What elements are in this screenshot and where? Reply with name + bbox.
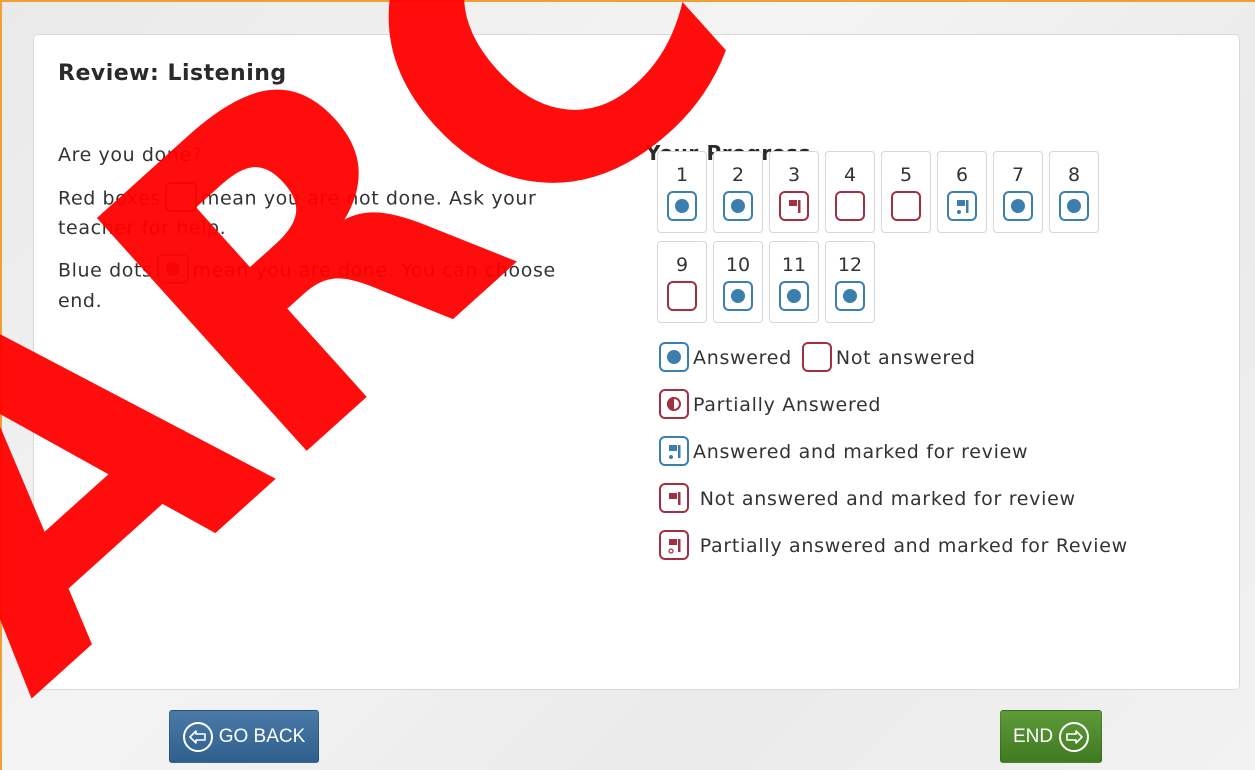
legend-row-answered-marked: Answered and marked for review	[659, 434, 1139, 470]
question-number: 1	[675, 164, 689, 186]
go-back-label: GO BACK	[218, 725, 306, 747]
instruction-blue-prefix: Blue dots	[58, 259, 153, 282]
arrow-right-icon	[1059, 721, 1090, 752]
legend-partial-marked-label: Partially answered and marked for Review	[699, 535, 1128, 557]
question-grid: 1 2 3 4 5 6 7 8 9 10 11 12	[657, 151, 1117, 331]
legend-row-not-answered-marked: Not answered and marked for review	[659, 481, 1139, 517]
question-cell[interactable]: 6	[937, 151, 987, 233]
question-cell[interactable]: 2	[713, 151, 763, 233]
page-title: Review: Listening	[58, 61, 287, 86]
instruction-done: Are you done?	[58, 144, 203, 166]
question-cell[interactable]: 8	[1049, 151, 1099, 233]
go-back-button[interactable]: GO BACK	[169, 710, 319, 763]
end-button[interactable]: END	[1000, 710, 1102, 763]
legend-row-answered: Answered Not answered	[659, 340, 1139, 376]
end-label: END	[1012, 725, 1054, 747]
not-answered-marked-icon	[779, 191, 809, 221]
legend-answered-marked-label: Answered and marked for review	[693, 441, 1029, 463]
arrow-left-icon	[182, 721, 213, 752]
question-cell[interactable]: 9	[657, 241, 707, 323]
question-number: 9	[675, 254, 689, 276]
answered-icon	[723, 281, 753, 311]
question-number: 2	[731, 164, 745, 186]
instructions: Are you done? Red boxes mean you are not …	[58, 141, 598, 329]
legend-not-answered-marked-label: Not answered and marked for review	[699, 488, 1076, 510]
answered-icon	[1003, 191, 1033, 221]
legend: Answered Not answered Partially Answered…	[659, 340, 1139, 575]
legend-row-partial: Partially Answered	[659, 387, 1139, 423]
question-cell[interactable]: 5	[881, 151, 931, 233]
question-number: 12	[837, 254, 863, 276]
legend-not-answered-label: Not answered	[835, 347, 976, 369]
answered-icon	[835, 281, 865, 311]
answered-icon	[659, 342, 689, 372]
question-number: 11	[781, 254, 807, 276]
answered-icon	[667, 191, 697, 221]
question-number: 8	[1067, 164, 1081, 186]
not-answered-icon	[835, 191, 865, 221]
question-number: 3	[787, 164, 801, 186]
question-number: 7	[1011, 164, 1025, 186]
partial-icon	[659, 389, 689, 419]
partial-marked-icon	[659, 529, 689, 560]
not-answered-icon	[891, 191, 921, 221]
question-cell[interactable]: 10	[713, 241, 763, 323]
answered-icon	[1059, 191, 1089, 221]
question-cell[interactable]: 1	[657, 151, 707, 233]
answered-icon	[779, 281, 809, 311]
question-number: 6	[955, 164, 969, 186]
question-number: 10	[725, 254, 751, 276]
answered-marked-icon	[659, 436, 689, 466]
question-cell[interactable]: 4	[825, 151, 875, 233]
question-cell[interactable]: 3	[769, 151, 819, 233]
question-number: 4	[843, 164, 857, 186]
legend-partial-label: Partially Answered	[693, 394, 882, 416]
question-cell[interactable]: 11	[769, 241, 819, 323]
question-number: 5	[899, 164, 913, 186]
answered-icon	[723, 191, 753, 221]
legend-answered-label: Answered	[693, 347, 792, 369]
blue-dot-icon	[156, 254, 189, 285]
question-cell[interactable]: 12	[825, 241, 875, 323]
question-cell[interactable]: 7	[993, 151, 1043, 233]
red-box-icon	[164, 181, 197, 212]
not-answered-icon	[667, 281, 697, 311]
not-answered-marked-icon	[659, 482, 689, 513]
instruction-blue: Blue dots mean you are done. You can choo…	[58, 254, 598, 316]
answered-marked-icon	[947, 191, 977, 221]
not-answered-icon	[801, 342, 832, 372]
instruction-red-prefix: Red boxes	[58, 187, 161, 210]
instruction-red: Red boxes mean you are not done. Ask your…	[58, 181, 598, 244]
legend-row-partial-marked: Partially answered and marked for Review	[659, 528, 1139, 564]
